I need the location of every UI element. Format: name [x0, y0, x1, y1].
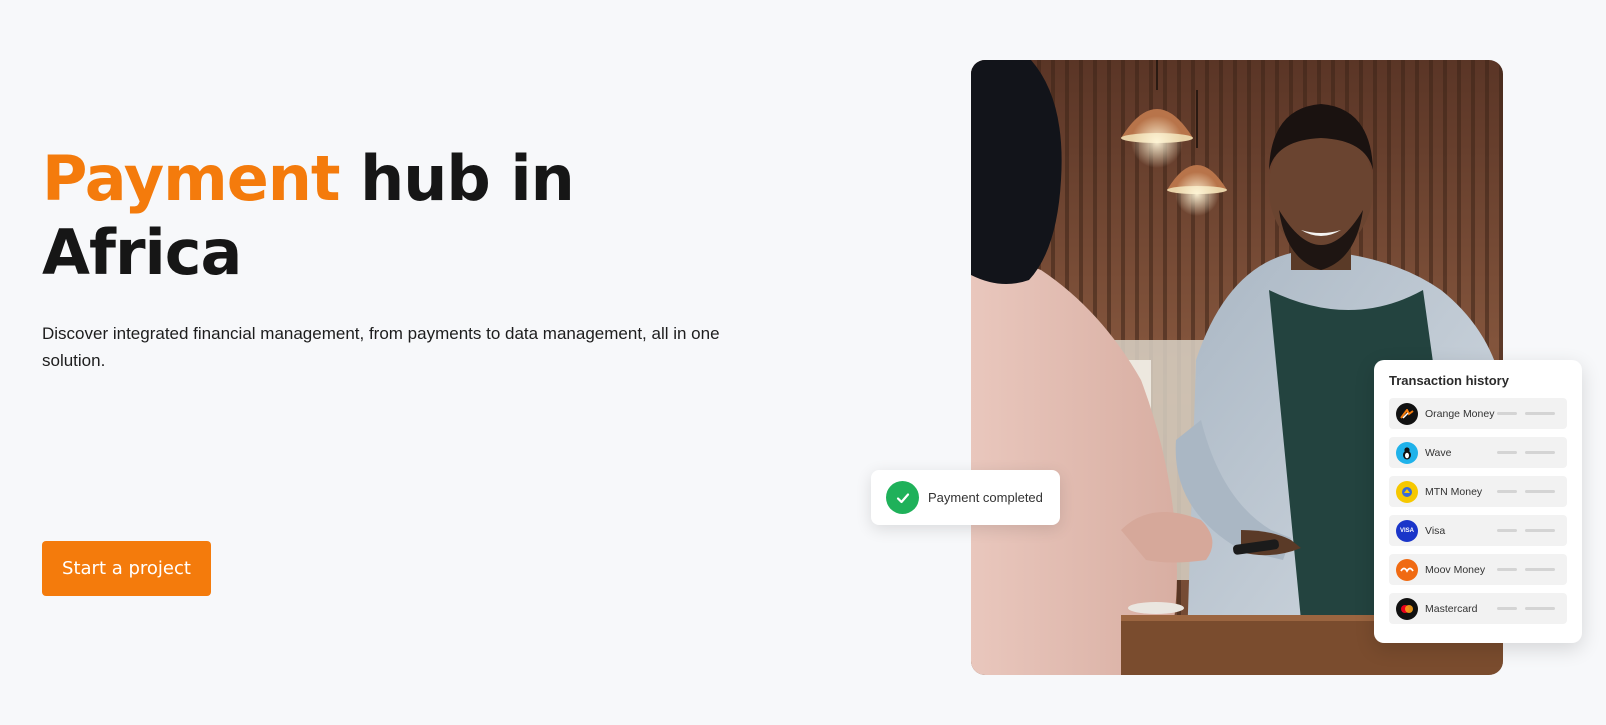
transaction-label: Moov Money: [1425, 563, 1486, 576]
check-icon: [886, 481, 919, 514]
orange-money-logo-icon: [1396, 402, 1418, 425]
transaction-row: Moov Money: [1389, 554, 1567, 585]
placeholder-bar: [1497, 451, 1517, 454]
hero-headline: Payment hub in Africa: [42, 142, 682, 290]
headline-accent: Payment: [42, 142, 341, 215]
start-project-button[interactable]: Start a project: [42, 541, 211, 596]
placeholder-bar: [1497, 568, 1517, 571]
transaction-label: Orange Money: [1425, 407, 1495, 420]
transaction-label: Visa: [1425, 524, 1446, 537]
placeholder-bar: [1525, 490, 1555, 493]
placeholder-bar: [1497, 529, 1517, 532]
moov-money-logo-icon: [1396, 558, 1418, 581]
transaction-row: Wave: [1389, 437, 1567, 468]
hero-subtitle: Discover integrated financial management…: [42, 324, 720, 370]
transaction-row: MTN Money: [1389, 476, 1567, 507]
mtn-money-logo-icon: [1396, 480, 1418, 503]
transaction-history-title: Transaction history: [1389, 373, 1509, 388]
payment-completed-label: Payment completed: [928, 490, 1043, 505]
placeholder-bar: [1497, 490, 1517, 493]
mastercard-logo-icon: [1396, 597, 1418, 620]
transaction-label: MTN Money: [1425, 485, 1483, 498]
transaction-label: Mastercard: [1425, 602, 1478, 615]
transaction-label: Wave: [1425, 446, 1452, 459]
placeholder-bar: [1525, 412, 1555, 415]
transaction-history-card: Transaction history Orange Money Wave MT…: [1374, 360, 1582, 643]
placeholder-bar: [1525, 451, 1555, 454]
transaction-row: Orange Money: [1389, 398, 1567, 429]
payment-completed-card: Payment completed: [871, 470, 1060, 525]
visa-logo-icon: VISA: [1396, 519, 1418, 542]
transaction-row: VISA Visa: [1389, 515, 1567, 546]
placeholder-bar: [1525, 607, 1555, 610]
placeholder-bar: [1497, 607, 1517, 610]
placeholder-bar: [1525, 568, 1555, 571]
hero-section: Payment hub in Africa Discover integrate…: [0, 0, 1606, 725]
transaction-row: Mastercard: [1389, 593, 1567, 624]
placeholder-bar: [1525, 529, 1555, 532]
placeholder-bar: [1497, 412, 1517, 415]
wave-logo-icon: [1396, 441, 1418, 464]
